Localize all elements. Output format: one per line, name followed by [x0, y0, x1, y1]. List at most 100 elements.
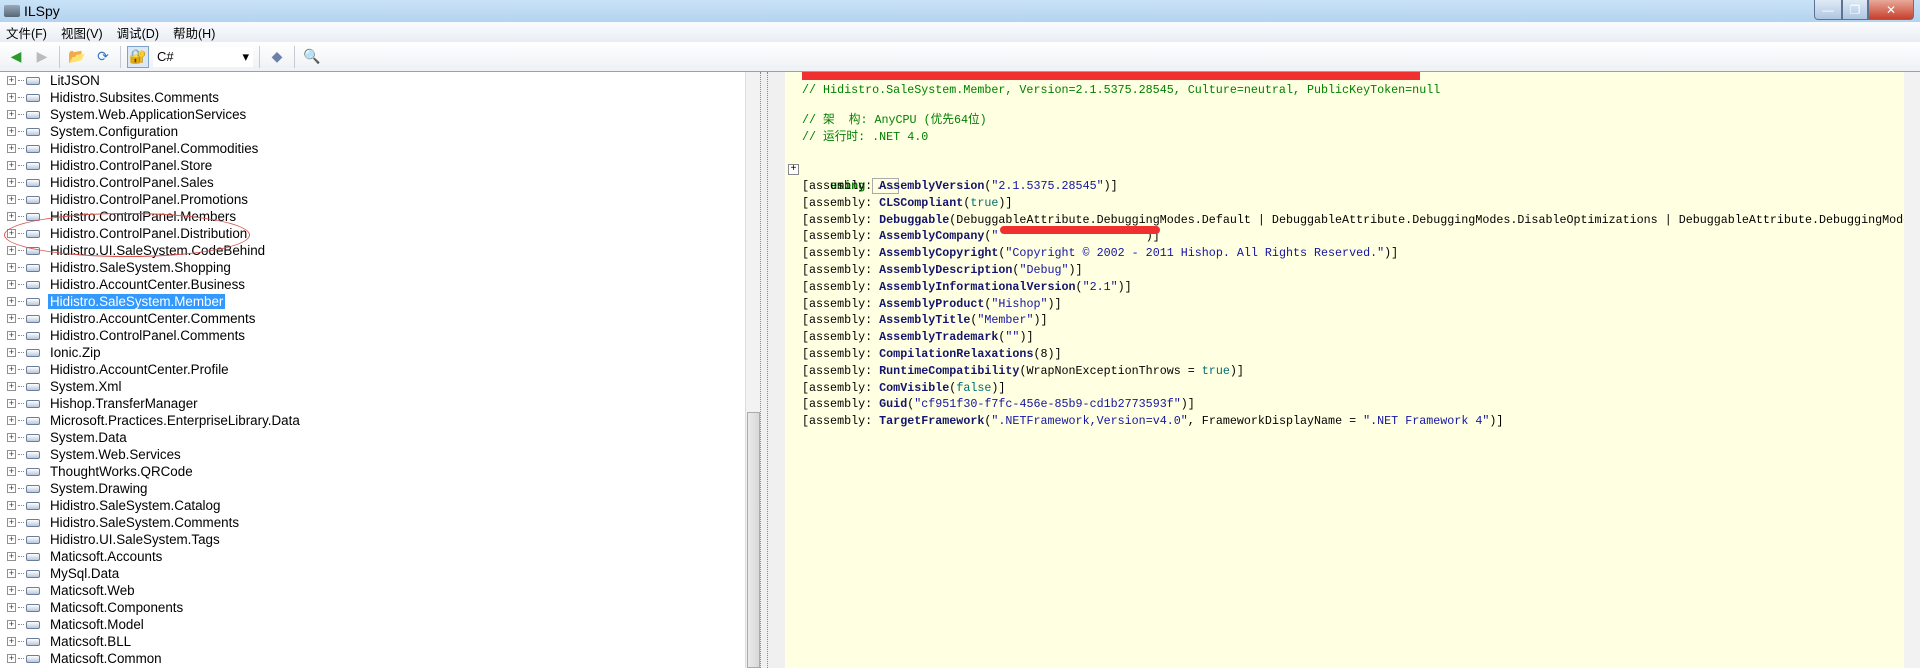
assembly-tree[interactable]: + LitJSON + Hidistro.Subsites.Comments + Syst…	[0, 72, 745, 668]
expand-icon[interactable]: +	[7, 110, 16, 119]
expand-icon[interactable]: +	[7, 297, 16, 306]
expand-icon[interactable]: +	[7, 518, 16, 527]
tree-item[interactable]: + Hidistro.UI.SaleSystem.CodeBehind	[0, 242, 745, 259]
tree-scrollbar[interactable]	[745, 72, 760, 668]
expand-icon[interactable]: +	[7, 399, 16, 408]
tree-item[interactable]: + Maticsoft.Components	[0, 599, 745, 616]
expand-icon[interactable]: +	[7, 76, 16, 85]
search-icon[interactable]: 🔍	[301, 46, 323, 68]
tree-item[interactable]: + Hidistro.AccountCenter.Comments	[0, 310, 745, 327]
code-token: [assembly:	[802, 263, 880, 277]
expand-icon[interactable]: +	[7, 365, 16, 374]
code-line: [assembly: TargetFramework(".NETFramewor…	[802, 413, 1503, 430]
expand-icon[interactable]: +	[7, 348, 16, 357]
expand-icon[interactable]: +	[7, 620, 16, 629]
tree-item[interactable]: + Hidistro.SaleSystem.Comments	[0, 514, 745, 531]
tree-item[interactable]: + Hishop.TransferManager	[0, 395, 745, 412]
minimize-button[interactable]: —	[1814, 0, 1842, 20]
expand-icon[interactable]: +	[7, 603, 16, 612]
tree-item[interactable]: + Hidistro.ControlPanel.Store	[0, 157, 745, 174]
expand-icon[interactable]: +	[7, 416, 16, 425]
assembly-icon	[26, 161, 40, 170]
tree-item[interactable]: + Hidistro.UI.SaleSystem.Tags	[0, 531, 745, 548]
tree-item[interactable]: + Hidistro.SaleSystem.Member	[0, 293, 745, 310]
assembly-icon	[26, 331, 40, 340]
menu-debug[interactable]: 调试(D)	[111, 23, 167, 42]
pane-splitter[interactable]	[760, 72, 768, 668]
expand-icon[interactable]: +	[7, 484, 16, 493]
tree-item[interactable]: + Hidistro.SaleSystem.Catalog	[0, 497, 745, 514]
tree-item[interactable]: + Hidistro.ControlPanel.Comments	[0, 327, 745, 344]
expand-icon[interactable]: +	[7, 127, 16, 136]
tree-item[interactable]: + Maticsoft.Common	[0, 650, 745, 667]
expand-icon[interactable]: +	[7, 569, 16, 578]
expand-icon[interactable]: +	[7, 280, 16, 289]
tree-item[interactable]: + Microsoft.Practices.EnterpriseLibrary.D…	[0, 412, 745, 429]
expand-icon[interactable]: +	[7, 93, 16, 102]
tree-item[interactable]: + MySql.Data	[0, 565, 745, 582]
expand-icon[interactable]: +	[7, 263, 16, 272]
expand-icon[interactable]: +	[7, 178, 16, 187]
tree-item[interactable]: + System.Web.Services	[0, 446, 745, 463]
close-button[interactable]: ✕	[1868, 0, 1914, 20]
expand-icon[interactable]: +	[7, 535, 16, 544]
tree-item[interactable]: + Hidistro.ControlPanel.Distribution	[0, 225, 745, 242]
open-folder-icon[interactable]: 📂	[66, 46, 88, 68]
assembly-icon	[26, 76, 40, 85]
code-editor[interactable]: // Hidistro.SaleSystem.Member, Version=2…	[785, 72, 1904, 668]
tree-scrollbar-thumb[interactable]	[747, 412, 760, 668]
language-version-icon[interactable]: ◆	[266, 46, 288, 68]
menu-view[interactable]: 视图(V)	[55, 23, 111, 42]
show-internal-icon[interactable]: 🔐	[127, 45, 149, 68]
expand-icon[interactable]: +	[7, 501, 16, 510]
tree-item[interactable]: + Maticsoft.Model	[0, 616, 745, 633]
comment-runtime: // 运行时: .NET 4.0	[802, 130, 929, 144]
expand-icon[interactable]: +	[7, 586, 16, 595]
tree-item[interactable]: + System.Web.ApplicationServices	[0, 106, 745, 123]
tree-item[interactable]: + Hidistro.ControlPanel.Sales	[0, 174, 745, 191]
expand-icon[interactable]: +	[7, 654, 16, 663]
expand-icon[interactable]: +	[7, 552, 16, 561]
forward-icon[interactable]: ▶	[31, 46, 53, 68]
tree-item[interactable]: + Hidistro.SaleSystem.Shopping	[0, 259, 745, 276]
tree-item[interactable]: + Hidistro.ControlPanel.Members	[0, 208, 745, 225]
tree-item[interactable]: + LitJSON	[0, 72, 745, 89]
expand-icon[interactable]: +	[7, 382, 16, 391]
tree-item[interactable]: + Hidistro.AccountCenter.Profile	[0, 361, 745, 378]
tree-item[interactable]: + System.Data	[0, 429, 745, 446]
expand-icon[interactable]: +	[7, 314, 16, 323]
expand-icon[interactable]: +	[7, 212, 16, 221]
expand-icon[interactable]: +	[7, 144, 16, 153]
tree-item[interactable]: + Hidistro.AccountCenter.Business	[0, 276, 745, 293]
tree-line	[18, 148, 24, 149]
expand-icon[interactable]: +	[7, 195, 16, 204]
tree-item[interactable]: + System.Configuration	[0, 123, 745, 140]
expand-icon[interactable]: +	[7, 467, 16, 476]
tree-item[interactable]: + Maticsoft.Accounts	[0, 548, 745, 565]
expand-icon[interactable]: +	[7, 331, 16, 340]
tree-item[interactable]: + Hidistro.ControlPanel.Commodities	[0, 140, 745, 157]
fold-expand-icon[interactable]: +	[788, 164, 799, 175]
expand-icon[interactable]: +	[7, 450, 16, 459]
expand-icon[interactable]: +	[7, 637, 16, 646]
expand-icon[interactable]: +	[7, 246, 16, 255]
restore-button[interactable]: ❐	[1842, 0, 1868, 20]
tree-item[interactable]: + Maticsoft.BLL	[0, 633, 745, 650]
back-icon[interactable]: ◀	[5, 46, 27, 68]
reload-icon[interactable]: ⟳	[92, 46, 114, 68]
tree-item[interactable]: + System.Xml	[0, 378, 745, 395]
expand-icon[interactable]: +	[7, 433, 16, 442]
tree-item[interactable]: + Ionic.Zip	[0, 344, 745, 361]
expand-icon[interactable]: +	[7, 161, 16, 170]
menu-help[interactable]: 帮助(H)	[167, 23, 223, 42]
tree-item[interactable]: + Hidistro.ControlPanel.Promotions	[0, 191, 745, 208]
tree-item[interactable]: + ThoughtWorks.QRCode	[0, 463, 745, 480]
menu-file[interactable]: 文件(F)	[0, 23, 55, 42]
separator	[120, 45, 121, 68]
tree-item[interactable]: + Maticsoft.Web	[0, 582, 745, 599]
expand-icon[interactable]: +	[7, 229, 16, 238]
tree-item[interactable]: + Hidistro.Subsites.Comments	[0, 89, 745, 106]
language-select[interactable]: C# ▾	[153, 46, 253, 67]
tree-item[interactable]: + System.Drawing	[0, 480, 745, 497]
editor-scrollbar[interactable]	[1904, 72, 1920, 668]
